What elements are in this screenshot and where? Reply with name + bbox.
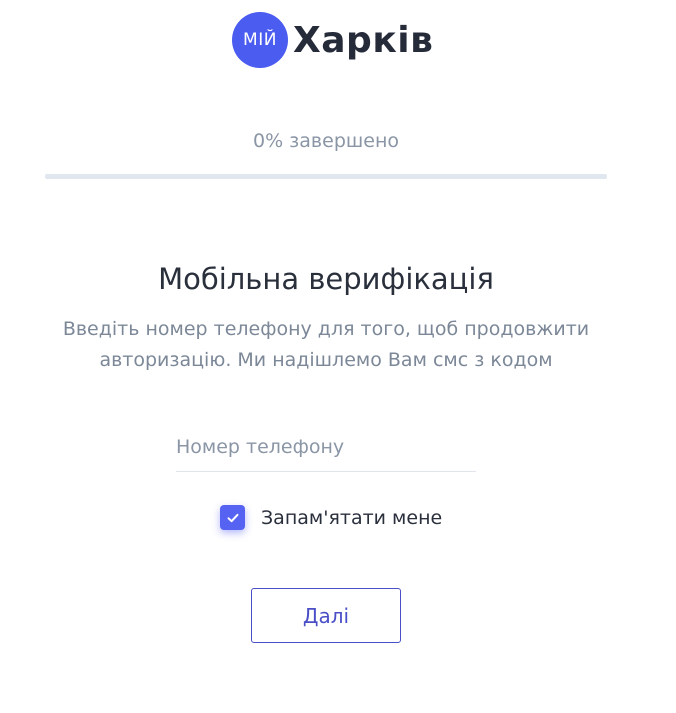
- subtitle-line-1: Введіть номер телефону для того, щоб про…: [62, 318, 590, 340]
- check-icon: [227, 513, 238, 522]
- page-subtitle: Введіть номер телефону для того, щоб про…: [40, 314, 612, 376]
- subtitle-line-2: авторизацію. Ми надішлемо Вам смс з кодо…: [99, 349, 553, 371]
- progress-label: 0% завершено: [253, 130, 399, 152]
- page-title: Мобільна верифікація: [158, 262, 494, 296]
- logo-badge: МІЙ: [232, 12, 288, 68]
- login-page: МІЙ Харків 0% завершено Мобільна верифік…: [0, 0, 676, 713]
- progress-bar: [45, 174, 607, 179]
- next-button[interactable]: Далі: [251, 588, 401, 643]
- phone-input[interactable]: [176, 422, 476, 472]
- logo-wordmark: Харків: [293, 19, 434, 61]
- app-logo: МІЙ Харків: [232, 12, 433, 68]
- remember-me-label: Запам'ятати мене: [261, 506, 443, 529]
- remember-me-checkbox[interactable]: [220, 505, 245, 530]
- logo-badge-text: МІЙ: [243, 30, 277, 50]
- remember-me-row[interactable]: Запам'ятати мене: [220, 505, 442, 530]
